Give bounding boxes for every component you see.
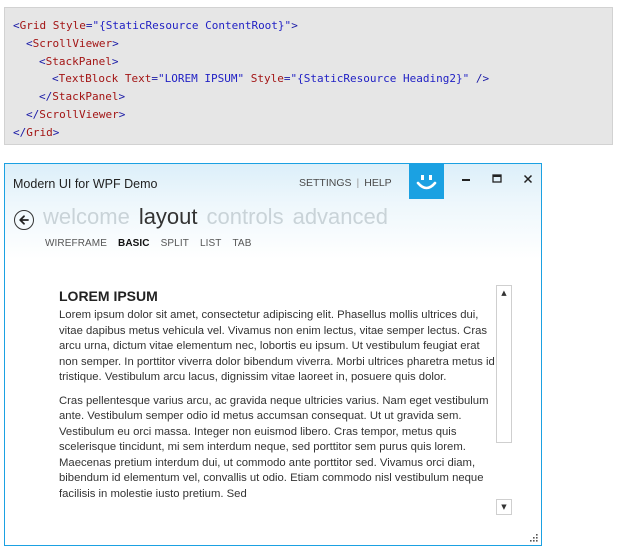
main-menu: welcome layout controls advanced [43,204,397,230]
menu-item-controls[interactable]: controls [207,204,284,230]
code-line-2: <ScrollViewer> [26,36,119,50]
back-arrow-icon [19,215,29,225]
title-links-separator: | [356,177,360,189]
submenu-item-wireframe[interactable]: WIREFRAME [45,238,107,249]
vertical-scrollbar[interactable]: ▲ ▼ [496,285,512,517]
submenu-item-basic[interactable]: BASIC [118,238,150,249]
code-line-3: <StackPanel> [39,54,119,68]
submenu-item-split[interactable]: SPLIT [161,238,189,249]
title-links: SETTINGS | HELP [299,177,392,189]
sub-menu: WIREFRAME BASIC SPLIT LIST TAB [45,238,262,249]
maximize-button[interactable] [486,170,508,188]
code-block: <Grid Style="{StaticResource ContentRoot… [4,7,613,145]
content-paragraph-2: Cras pellentesque varius arcu, ac gravid… [59,394,489,500]
smiley-icon [409,164,444,199]
code-line-5: </StackPanel> [39,90,126,104]
minimize-button[interactable] [455,170,477,188]
close-button[interactable] [517,170,539,188]
scroll-down-button[interactable]: ▼ [496,499,512,515]
scrollbar-thumb[interactable] [496,300,512,443]
resize-grip-icon[interactable] [530,534,538,542]
back-button[interactable] [14,210,34,230]
submenu-item-tab[interactable]: TAB [232,238,251,249]
app-window: Modern UI for WPF Demo SETTINGS | HELP w… [4,163,542,546]
code-line-7: </Grid> [13,125,60,139]
close-icon [523,174,533,184]
scroll-up-arrow-icon: ▲ [501,289,507,297]
code-line-6: </ScrollViewer> [26,107,126,121]
code-line-1: <Grid Style="{StaticResource ContentRoot… [13,19,298,32]
content-scroll-area[interactable]: LOREM IPSUM Lorem ipsum dolor sit amet, … [59,288,499,514]
submenu-item-list[interactable]: LIST [200,238,222,249]
minimize-icon [462,179,470,181]
maximize-icon [492,174,502,183]
content-paragraph-1: Lorem ipsum dolor sit amet, consectetur … [59,309,495,383]
scroll-up-button[interactable]: ▲ [496,285,512,301]
scroll-down-arrow-icon: ▼ [501,503,507,511]
menu-item-advanced[interactable]: advanced [293,204,388,230]
help-link[interactable]: HELP [364,177,391,189]
window-title: Modern UI for WPF Demo [13,177,158,191]
menu-item-layout[interactable]: layout [139,204,198,230]
code-line-4: <TextBlock Text="LOREM IPSUM" Style="{St… [52,72,490,86]
content-heading: LOREM IPSUM [59,288,158,304]
menu-item-welcome[interactable]: welcome [43,204,130,230]
settings-link[interactable]: SETTINGS [299,177,352,189]
